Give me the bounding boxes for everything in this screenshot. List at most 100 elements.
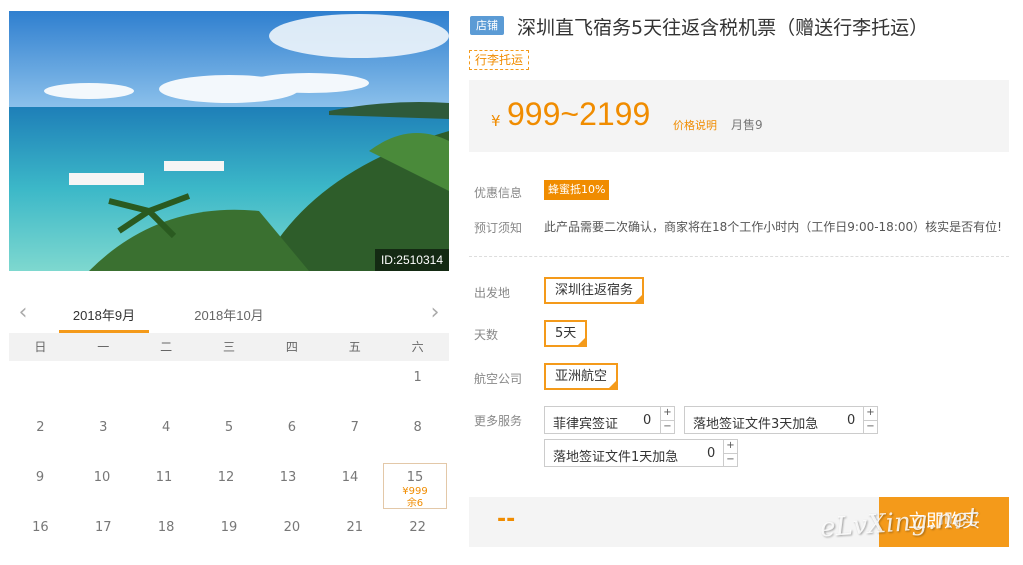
calendar-day-number: 2: [36, 420, 45, 435]
departure-option[interactable]: 深圳往返宿务 ✓: [544, 277, 645, 304]
calendar-day[interactable]: 9: [9, 461, 71, 511]
calendar-day: [72, 361, 135, 411]
calendar-day[interactable]: 16: [9, 511, 72, 561]
price-range: 999~2199: [507, 96, 651, 132]
days-label: 天数: [474, 328, 499, 342]
calendar-day[interactable]: 6: [260, 411, 323, 461]
calendar-day[interactable]: 17: [72, 511, 135, 561]
minus-icon[interactable]: −: [661, 420, 674, 433]
service-name: 落地签证文件1天加急: [553, 450, 679, 465]
calendar-day-number: 9: [35, 470, 45, 485]
calendar-day[interactable]: 5: [198, 411, 261, 461]
monthly-sales: 月售9: [731, 118, 763, 132]
calendar-day[interactable]: 13: [257, 461, 319, 511]
calendar-day-number: 20: [283, 520, 301, 535]
tab-month-oct[interactable]: 2018年10月: [184, 305, 274, 333]
departure-label: 出发地: [474, 286, 511, 300]
service-urgent-3day: 落地签证文件3天加急 0 + −: [684, 406, 878, 434]
airline-option[interactable]: 亚洲航空 ✓: [544, 363, 619, 390]
calendar-day[interactable]: 21: [323, 511, 386, 561]
calendar-grid: 日 一 二 三 四 五 六 1 2 3 4 5 6 7 8 9 10 11 12 13 14 15 ¥999 余…: [9, 333, 449, 561]
purchase-bar: -- 立即购买: [469, 497, 1009, 547]
buy-now-button[interactable]: 立即购买: [879, 497, 1009, 547]
product-photo: ID:2510314: [9, 11, 449, 271]
service-name: 菲律宾签证: [553, 417, 619, 432]
weekday-label: 一: [97, 340, 110, 354]
calendar-day: [198, 361, 261, 411]
discount-label: 优惠信息: [474, 186, 523, 200]
divider: [469, 256, 1009, 257]
calendar-week-row: 1: [9, 361, 449, 411]
chevron-right-icon[interactable]: ›: [425, 302, 445, 324]
airline-option-label: 亚洲航空: [555, 369, 608, 384]
plus-icon[interactable]: +: [864, 407, 877, 420]
plus-icon[interactable]: +: [724, 440, 737, 453]
departure-option-label: 深圳往返宿务: [555, 283, 634, 298]
calendar-day[interactable]: 19: [198, 511, 261, 561]
luggage-tag: 行李托运: [469, 50, 530, 70]
calendar-day-number: 5: [224, 420, 234, 435]
calendar-day-number: 8: [413, 420, 422, 435]
minus-icon[interactable]: −: [724, 453, 737, 466]
weekday-label: 二: [160, 340, 173, 354]
calendar-weekday-header: 日 一 二 三 四 五 六: [9, 333, 449, 361]
calendar-day[interactable]: 22: [386, 511, 449, 561]
calendar-day-number: 1: [413, 370, 422, 385]
calendar-day[interactable]: 4: [135, 411, 198, 461]
calendar-day[interactable]: 18: [135, 511, 198, 561]
calendar-day-number: 14: [341, 470, 359, 485]
photo-id-label: ID:2510314: [374, 249, 449, 271]
days-option-label: 5天: [555, 326, 577, 341]
calendar-day[interactable]: 7: [323, 411, 386, 461]
service-qty[interactable]: 0: [847, 413, 855, 428]
calendar-day[interactable]: 14: [319, 461, 381, 511]
service-qty[interactable]: 0: [707, 446, 715, 461]
chevron-left-icon[interactable]: ‹: [13, 302, 33, 324]
weekday-label: 四: [285, 340, 298, 354]
calendar-week-row: 9 10 11 12 13 14 15 ¥999 余6: [9, 461, 449, 511]
calendar-day-available[interactable]: 15 ¥999 余6: [383, 463, 447, 509]
calendar-day[interactable]: 12: [195, 461, 257, 511]
calendar-day[interactable]: 11: [133, 461, 195, 511]
calendar-day[interactable]: 3: [72, 411, 135, 461]
shop-badge[interactable]: 店铺: [470, 16, 504, 35]
check-icon: ✓: [610, 374, 617, 382]
tab-month-sep[interactable]: 2018年9月: [59, 305, 149, 333]
price-explanation-link[interactable]: 价格说明: [673, 117, 717, 133]
calendar-day[interactable]: 20: [260, 511, 323, 561]
check-icon: ✓: [579, 331, 586, 339]
total-price: --: [497, 507, 516, 532]
qty-stepper: + −: [863, 407, 877, 433]
calendar-day-number: 6: [287, 420, 296, 435]
service-qty[interactable]: 0: [643, 413, 651, 428]
calendar-day-number: 11: [155, 470, 173, 485]
qty-stepper: + −: [660, 407, 674, 433]
calendar-day-number: 22: [409, 520, 426, 535]
calendar-day-number: 4: [162, 420, 171, 435]
calendar-day: [9, 361, 72, 411]
calendar-day-number: 18: [157, 520, 175, 535]
calendar-day[interactable]: 2: [9, 411, 72, 461]
calendar-body: 1 2 3 4 5 6 7 8 9 10 11 12 13 14 15 ¥999 余6 16 17 18 19 20 21 2…: [9, 361, 449, 561]
service-name: 落地签证文件3天加急: [693, 417, 819, 432]
airline-label: 航空公司: [474, 372, 523, 386]
calendar-day[interactable]: 1: [386, 361, 449, 411]
calendar-day: [135, 361, 198, 411]
calendar-day: [260, 361, 323, 411]
calendar-day: [323, 361, 386, 411]
calendar-day-number: 16: [32, 520, 49, 535]
calendar-day-price: ¥999: [402, 486, 428, 497]
weekday-label: 日: [34, 340, 47, 354]
calendar-day-number: 13: [279, 470, 297, 485]
product-title: 深圳直飞宿务5天往返含税机票（赠送行李托运）: [517, 17, 929, 39]
plus-icon[interactable]: +: [661, 407, 674, 420]
minus-icon[interactable]: −: [864, 420, 877, 433]
days-option[interactable]: 5天 ✓: [544, 320, 588, 347]
calendar-day-number: 21: [346, 520, 363, 535]
weekday-label: 六: [411, 340, 424, 354]
calendar-day-number: 7: [350, 420, 359, 435]
notice-label: 预订须知: [474, 221, 523, 235]
calendar-day[interactable]: 8: [386, 411, 449, 461]
service-urgent-1day: 落地签证文件1天加急 0 + −: [544, 439, 738, 467]
calendar-day[interactable]: 10: [71, 461, 133, 511]
